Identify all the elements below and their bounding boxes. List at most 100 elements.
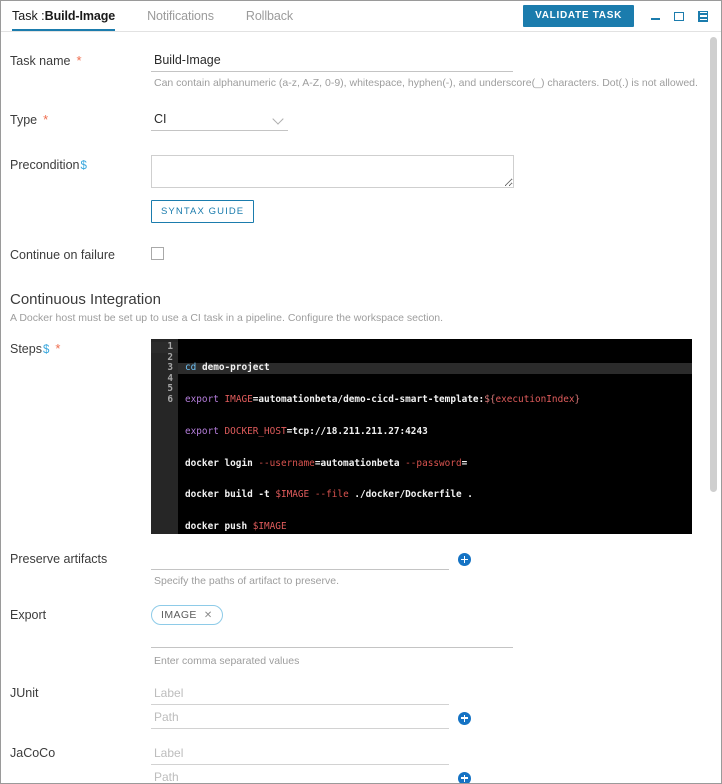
code-line: docker build -t $IMAGE --file ./docker/D…	[185, 489, 473, 501]
export-label-text: Export	[10, 608, 47, 622]
code-line: docker login --username=automationbeta -…	[185, 457, 468, 469]
field-row-preserve-artifacts: Preserve artifacts Specify the paths of …	[1, 549, 721, 587]
junit-label-input[interactable]	[151, 683, 449, 705]
junit-path-row	[151, 707, 721, 729]
field-row-junit: JUnit	[1, 683, 721, 729]
preserve-artifacts-field-wrap: Specify the paths of artifact to preserv…	[151, 549, 721, 587]
task-name-helper-text: Can contain alphanumeric (a-z, A-Z, 0-9)…	[154, 77, 698, 89]
validate-task-button[interactable]: VALIDATE TASK	[523, 5, 634, 27]
junit-field-wrap	[151, 683, 721, 729]
code-line: export IMAGE=automationbeta/demo-cicd-sm…	[185, 393, 581, 405]
steps-code-editor[interactable]: 1 2 3 4 5 6 cd demo-project export IMAGE…	[151, 339, 692, 534]
junit-label: JUnit	[10, 683, 151, 700]
task-name-required-marker: *	[76, 53, 82, 68]
preserve-artifacts-helper-text: Specify the paths of artifact to preserv…	[154, 575, 340, 587]
type-required-marker: *	[43, 112, 49, 127]
line-number: 1	[151, 341, 178, 353]
task-editor-window: Task : Build-Image Notifications Rollbac…	[0, 0, 722, 784]
precondition-label: Precondition $	[10, 155, 151, 172]
editor-gutter: 1 2 3 4 5 6	[151, 339, 178, 534]
jacoco-label-input[interactable]	[151, 743, 449, 765]
junit-label-row	[151, 683, 721, 705]
jacoco-label-text: JaCoCo	[10, 746, 56, 760]
continue-on-failure-label-text: Continue on failure	[10, 248, 115, 262]
add-junit-button[interactable]	[458, 711, 471, 725]
type-select[interactable]: CI	[151, 110, 288, 131]
export-chip[interactable]: IMAGE ✕	[151, 605, 223, 625]
panel-layout-icon	[698, 10, 708, 22]
tab-notifications-label: Notifications	[147, 9, 214, 23]
junit-path-input[interactable]	[151, 707, 449, 729]
line-number: 6	[167, 393, 173, 405]
type-label-text: Type	[10, 113, 38, 127]
code-line: export DOCKER_HOST=tcp://18.211.211.27:4…	[185, 425, 428, 437]
code-line: cd demo-project	[178, 362, 692, 374]
export-helper-text: Enter comma separated values	[154, 655, 300, 667]
type-field-wrap: CI	[151, 110, 721, 131]
jacoco-path-input[interactable]	[151, 767, 449, 783]
continue-on-failure-label: Continue on failure	[10, 245, 151, 262]
maximize-icon	[674, 11, 684, 21]
syntax-guide-button[interactable]: SYNTAX GUIDE	[151, 200, 255, 223]
preserve-artifacts-label: Preserve artifacts	[10, 549, 151, 566]
jacoco-field-wrap	[151, 743, 721, 783]
type-select-wrap: CI	[151, 110, 288, 131]
form-scroll-region: Task name * Can contain alphanumeric (a-…	[1, 32, 721, 783]
task-name-input[interactable]	[151, 51, 513, 72]
field-row-task-name: Task name * Can contain alphanumeric (a-…	[1, 51, 721, 89]
tab-bar: Task : Build-Image Notifications Rollbac…	[1, 1, 721, 32]
tab-list: Task : Build-Image Notifications Rollbac…	[1, 1, 325, 31]
tab-notifications[interactable]: Notifications	[147, 1, 228, 31]
junit-input-stack	[151, 683, 721, 729]
precondition-label-text: Precondition	[10, 158, 80, 172]
precondition-textarea[interactable]	[151, 155, 514, 188]
tab-task-name: Build-Image	[44, 9, 116, 23]
steps-label: Steps $ *	[10, 339, 151, 356]
task-name-field-wrap: Can contain alphanumeric (a-z, A-Z, 0-9)…	[151, 51, 721, 89]
field-row-continue-on-failure: Continue on failure	[1, 245, 721, 262]
jacoco-label: JaCoCo	[10, 743, 151, 760]
minimize-icon	[650, 18, 660, 20]
preserve-artifacts-input[interactable]	[151, 549, 449, 570]
type-label: Type *	[10, 110, 151, 127]
export-chip-label: IMAGE	[161, 609, 197, 621]
close-icon[interactable]: ✕	[204, 610, 213, 621]
junit-label-text: JUnit	[10, 686, 39, 700]
panel-layout-button[interactable]	[692, 4, 714, 28]
code-line: docker push $IMAGE	[185, 521, 287, 533]
minimize-button[interactable]	[644, 4, 666, 28]
editor-code-area[interactable]: cd demo-project export IMAGE=automationb…	[178, 339, 692, 534]
jacoco-input-stack	[151, 743, 721, 783]
jacoco-path-row	[151, 767, 721, 783]
precondition-variable-icon: $	[80, 160, 87, 172]
export-field-wrap: IMAGE ✕ Enter comma separated values	[151, 605, 721, 667]
maximize-button[interactable]	[668, 4, 690, 28]
ci-section-title: Continuous Integration	[10, 291, 161, 308]
field-row-export: Export IMAGE ✕ Enter comma separated val…	[1, 605, 721, 667]
field-row-precondition: Precondition $ SYNTAX GUIDE	[1, 155, 721, 223]
export-input-underline[interactable]	[151, 647, 513, 648]
vertical-scrollbar[interactable]	[707, 32, 721, 783]
continue-on-failure-checkbox[interactable]	[151, 247, 164, 260]
tab-task[interactable]: Task : Build-Image	[12, 1, 129, 31]
steps-label-text: Steps	[10, 342, 42, 356]
continue-on-failure-field-wrap	[151, 245, 721, 260]
preserve-artifacts-label-text: Preserve artifacts	[10, 552, 108, 566]
form-content: Task name * Can contain alphanumeric (a-…	[1, 32, 721, 783]
task-name-label-text: Task name	[10, 54, 71, 68]
tab-rollback[interactable]: Rollback	[246, 1, 307, 31]
steps-field-wrap: 1 2 3 4 5 6 cd demo-project export IMAGE…	[151, 339, 721, 534]
add-preserve-artifact-button[interactable]	[458, 553, 471, 566]
ci-section-subtitle: A Docker host must be set up to use a CI…	[10, 312, 444, 324]
window-controls: VALIDATE TASK	[523, 1, 721, 31]
export-label: Export	[10, 605, 151, 622]
steps-variable-icon: $	[42, 344, 50, 356]
field-row-jacoco: JaCoCo	[1, 743, 721, 783]
precondition-field-wrap: SYNTAX GUIDE	[151, 155, 721, 223]
vertical-scrollbar-thumb[interactable]	[710, 37, 717, 492]
task-name-label: Task name *	[10, 51, 151, 68]
add-jacoco-button[interactable]	[458, 771, 471, 783]
tab-rollback-label: Rollback	[245, 9, 294, 23]
field-row-steps: Steps $ * 1 2 3 4 5 6 cd demo-project ex…	[1, 339, 721, 534]
jacoco-label-row	[151, 743, 721, 765]
